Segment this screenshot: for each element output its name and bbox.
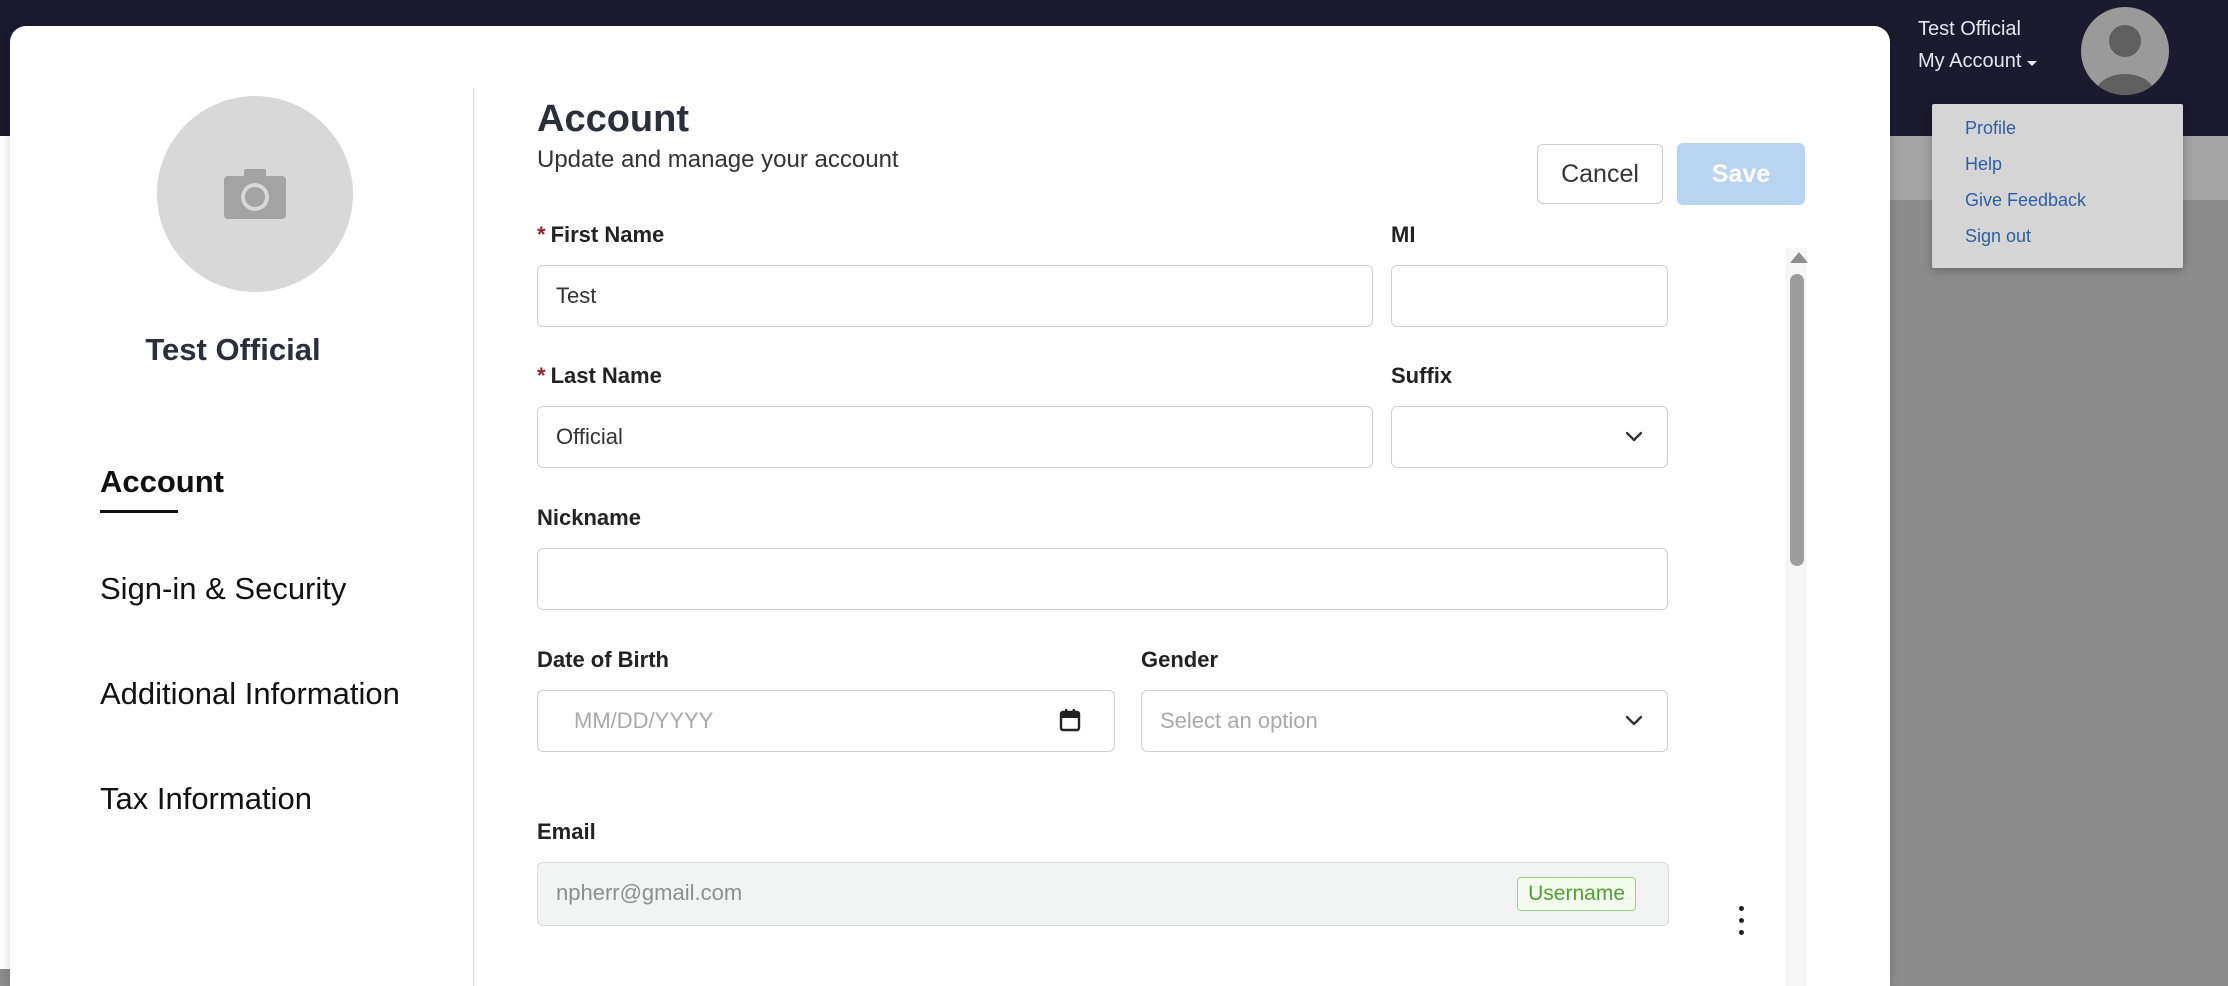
calendar-icon[interactable] — [1059, 708, 1081, 732]
profile-photo-upload[interactable] — [157, 96, 353, 292]
nickname-field[interactable] — [537, 548, 1668, 610]
caret-down-icon — [2027, 60, 2038, 66]
sidebar-item-sign-in-security[interactable]: Sign-in & Security — [100, 571, 346, 607]
sidebar-item-account[interactable]: Account — [100, 464, 224, 500]
account-settings-modal: Test Official Account Sign-in & Security… — [10, 26, 1890, 986]
sidebar-divider — [473, 88, 474, 986]
active-tab-underline — [100, 510, 178, 513]
profile-user-name: Test Official — [145, 332, 321, 367]
account-user-name: Test Official — [1918, 18, 2021, 40]
chevron-down-icon — [1625, 431, 1643, 442]
scrollbar-thumb[interactable] — [1790, 274, 1804, 566]
menu-item-sign-out[interactable]: Sign out — [1965, 226, 2031, 247]
avatar[interactable] — [2081, 7, 2169, 95]
email-field: npherr@gmail.com Username — [537, 862, 1669, 926]
username-badge: Username — [1517, 877, 1636, 911]
cancel-button[interactable]: Cancel — [1537, 144, 1663, 204]
my-account-menu-toggle[interactable]: My Account — [1918, 50, 2038, 73]
background-edge — [0, 136, 10, 969]
first-name-field[interactable]: Test — [537, 265, 1373, 327]
scroll-up-arrow[interactable] — [1790, 252, 1808, 263]
first-name-label-text: First Name — [550, 222, 665, 247]
date-of-birth-placeholder: MM/DD/YYYY — [574, 708, 714, 733]
nickname-label: Nickname — [537, 505, 641, 530]
last-name-value: Official — [556, 424, 623, 449]
menu-item-give-feedback[interactable]: Give Feedback — [1965, 190, 2086, 211]
required-marker: * — [537, 222, 546, 247]
mi-label: MI — [1391, 222, 1416, 247]
first-name-value: Test — [556, 283, 597, 308]
last-name-label: * Last Name — [537, 363, 662, 389]
date-of-birth-field[interactable]: MM/DD/YYYY — [537, 690, 1115, 752]
email-value: npherr@gmail.com — [556, 880, 743, 905]
last-name-field[interactable]: Official — [537, 406, 1373, 468]
user-avatar-icon — [2095, 25, 2155, 95]
email-label: Email — [537, 819, 596, 844]
account-dropdown-menu: Profile Help Give Feedback Sign out — [1932, 104, 2183, 268]
sidebar-item-additional-information[interactable]: Additional Information — [100, 676, 400, 712]
gender-label: Gender — [1141, 647, 1219, 672]
page-title: Account — [537, 98, 689, 140]
first-name-label: * First Name — [537, 222, 664, 248]
last-name-label-text: Last Name — [550, 363, 662, 388]
gender-placeholder: Select an option — [1160, 708, 1318, 733]
more-vertical-icon[interactable] — [1736, 904, 1748, 938]
page-subtitle: Update and manage your account — [537, 146, 899, 173]
required-marker: * — [537, 363, 546, 388]
date-of-birth-label: Date of Birth — [537, 647, 669, 672]
chevron-down-icon — [1625, 715, 1643, 726]
menu-item-help[interactable]: Help — [1965, 154, 2002, 175]
my-account-label: My Account — [1918, 50, 2022, 72]
gender-select[interactable]: Select an option — [1141, 690, 1668, 752]
suffix-select[interactable] — [1391, 406, 1668, 468]
suffix-label: Suffix — [1391, 363, 1453, 388]
save-button[interactable]: Save — [1677, 143, 1805, 205]
sidebar-item-tax-information[interactable]: Tax Information — [100, 781, 312, 817]
camera-icon — [224, 169, 286, 219]
mi-field[interactable] — [1391, 265, 1668, 327]
menu-item-profile[interactable]: Profile — [1965, 118, 2016, 139]
